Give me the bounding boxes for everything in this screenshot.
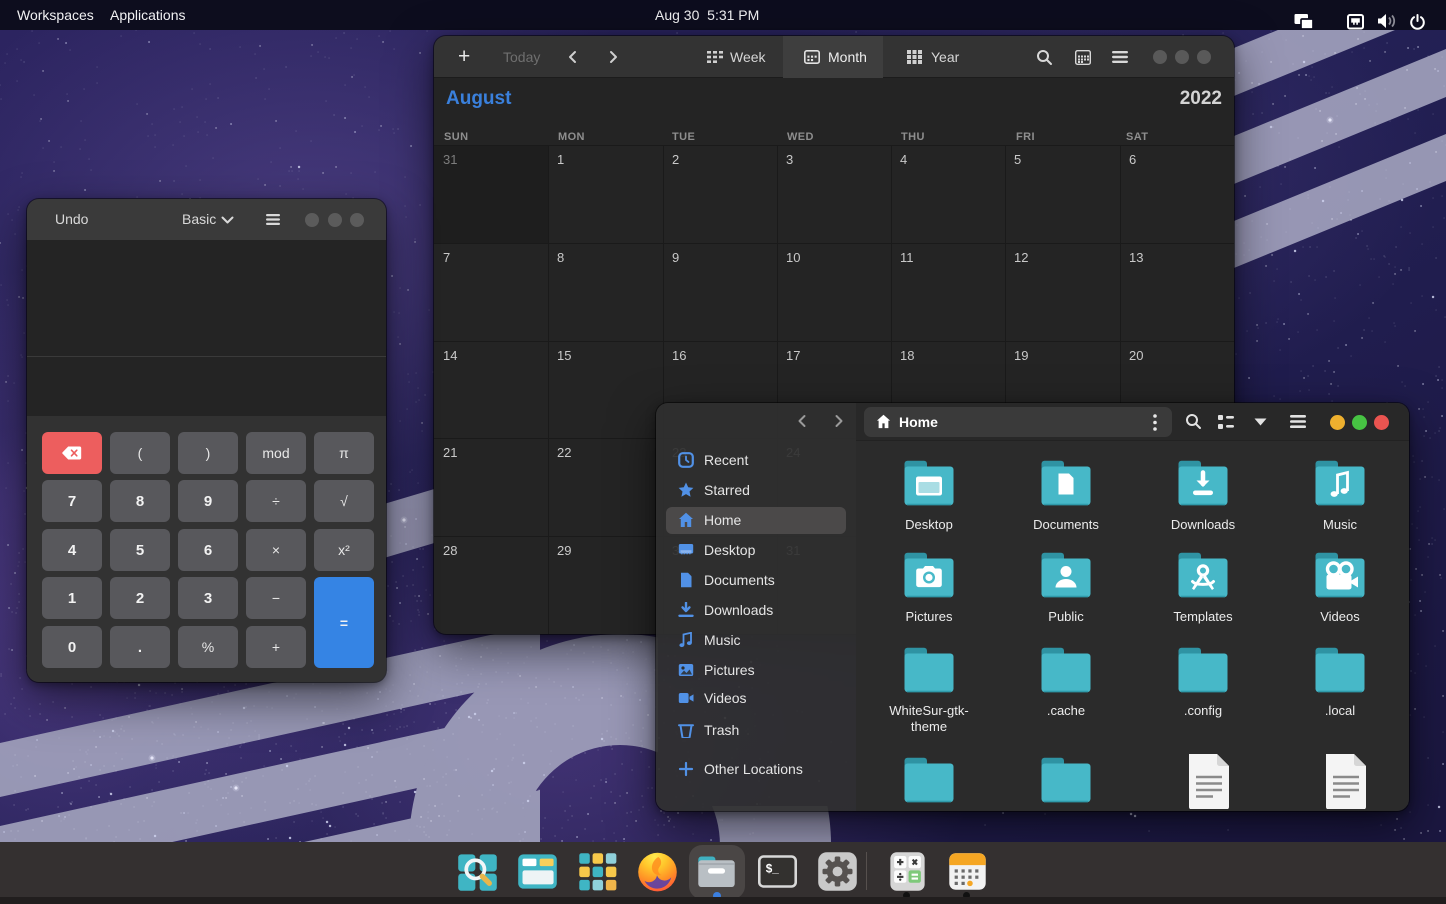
- svg-text:$_: $_: [766, 863, 780, 876]
